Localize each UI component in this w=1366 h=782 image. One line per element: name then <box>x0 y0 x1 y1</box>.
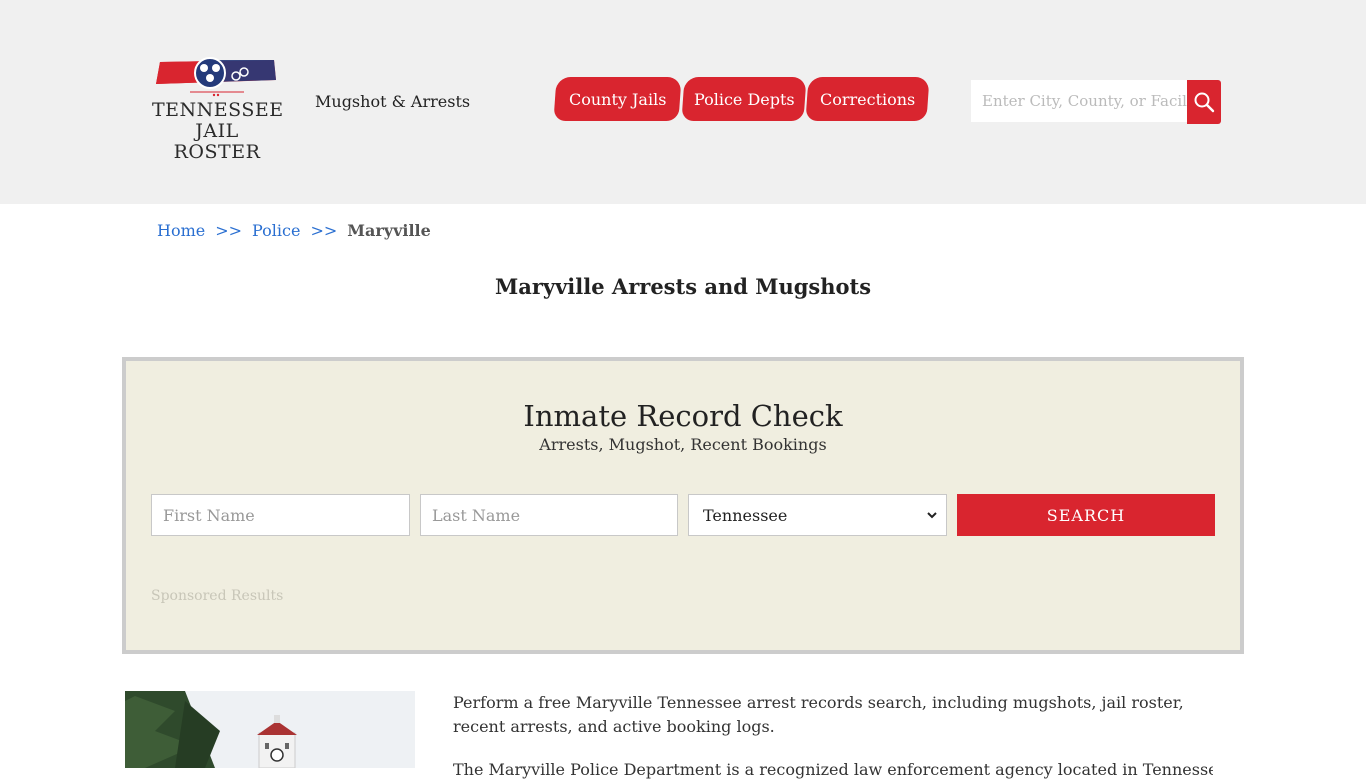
breadcrumb-home[interactable]: Home <box>157 221 205 240</box>
description-paragraph: The Maryville Police Department is a rec… <box>453 760 1213 779</box>
logo-text: TENNESSEE JAIL ROSTER <box>152 99 284 163</box>
tagline: Mugshot & Arrests <box>315 92 471 111</box>
nav-label: County Jails <box>568 89 667 109</box>
nav-label: Corrections <box>819 89 916 109</box>
state-select[interactable]: Tennessee <box>688 494 947 536</box>
last-name-input[interactable]: Last Name <box>420 494 678 536</box>
search-icon <box>1194 92 1215 113</box>
breadcrumb-police[interactable]: Police <box>252 221 300 240</box>
chevron-down-icon <box>927 512 937 519</box>
nav-police-depts[interactable]: Police Depts <box>681 77 807 121</box>
logo-line-1: TENNESSEE <box>152 99 284 121</box>
nav-corrections[interactable]: Corrections <box>805 77 930 121</box>
record-check-subtitle: Arrests, Mugshot, Recent Bookings <box>539 435 827 454</box>
breadcrumb-current: Maryville <box>347 221 431 240</box>
police-building-photo <box>125 691 415 768</box>
inmate-record-check: Inmate Record Check Arrests, Mugshot, Re… <box>122 357 1244 654</box>
first-name-input[interactable]: First Name <box>151 494 410 536</box>
sponsored-results-label: Sponsored Results <box>151 588 284 604</box>
record-search-button[interactable]: SEARCH <box>957 494 1215 536</box>
nav-label: Police Depts <box>693 89 795 109</box>
breadcrumb-separator: >> <box>215 221 243 240</box>
logo-line-2: JAIL ROSTER <box>173 120 261 163</box>
nav-county-jails[interactable]: County Jails <box>553 77 682 121</box>
state-select-value: Tennessee <box>703 505 788 525</box>
tennessee-flag-icon <box>156 57 276 97</box>
building-photo-image <box>125 691 415 768</box>
site-search-button[interactable] <box>1187 80 1221 124</box>
record-check-title: Inmate Record Check <box>523 399 843 433</box>
breadcrumb: Home >> Police >> Maryville <box>157 221 431 240</box>
intro-paragraph: Perform a free Maryville Tennessee arres… <box>453 693 1184 736</box>
breadcrumb-separator: >> <box>310 221 338 240</box>
site-header: TENNESSEE JAIL ROSTER Mugshot & Arrests … <box>0 0 1366 204</box>
site-search-input[interactable]: Enter City, County, or Facility <box>971 80 1187 122</box>
site-logo[interactable]: TENNESSEE JAIL ROSTER <box>152 56 283 163</box>
page-title: Maryville Arrests and Mugshots <box>494 274 872 299</box>
